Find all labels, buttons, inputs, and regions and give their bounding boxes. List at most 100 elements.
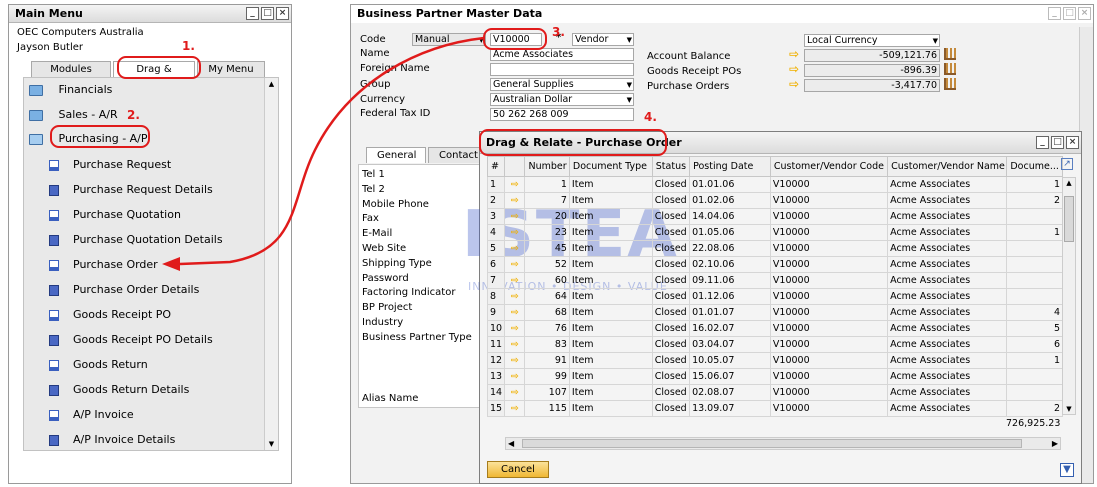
drag-relate-titlebar[interactable]: Drag & Relate - Purchase Order _ □ × — [480, 132, 1081, 154]
link-arrow-icon[interactable]: ⇨ — [504, 272, 526, 289]
table-row[interactable]: 4 ⇨ 23 Item Closed 01.05.06 V10000 Acme Associa… — [486, 224, 1063, 241]
menu-item[interactable]: Purchase Order Details — [49, 278, 287, 302]
tab-my-menu[interactable]: My Menu — [197, 61, 265, 77]
tab-contact[interactable]: Contact — [428, 147, 484, 163]
table-row[interactable]: 6 ⇨ 52 Item Closed 02.10.06 V10000 Acme Associa… — [486, 256, 1063, 273]
menu-item-label: Goods Return Details — [73, 383, 190, 396]
chart-icon[interactable] — [944, 63, 956, 75]
menu-item[interactable]: Goods Return — [49, 353, 287, 377]
chart-icon[interactable] — [944, 78, 956, 90]
grid-column-header[interactable]: Status — [651, 156, 691, 177]
grid-hscrollbar[interactable]: ◀ ▶ — [505, 437, 1061, 450]
folder-purchasing[interactable]: Purchasing - A/P — [29, 127, 267, 151]
menu-item[interactable]: Purchase Quotation Details — [49, 228, 287, 252]
menu-item[interactable]: Goods Receipt PO — [49, 303, 287, 327]
folder-financials[interactable]: Financials — [29, 78, 267, 102]
close-icon[interactable]: × — [1066, 136, 1079, 149]
maximize-icon[interactable]: □ — [1051, 136, 1064, 149]
grid-scrollbar[interactable]: ▲ ▼ — [1062, 177, 1076, 415]
filter-icon[interactable]: ▼ — [1060, 463, 1074, 477]
table-row[interactable]: 11 ⇨ 83 Item Closed 03.04.07 V10000 Acme Associ… — [486, 336, 1063, 353]
local-currency-select[interactable]: Local Currency — [804, 34, 940, 47]
grid-column-header[interactable]: Number — [524, 156, 570, 177]
main-menu-titlebar[interactable]: Main Menu _ □ × — [9, 5, 291, 23]
menu-item[interactable]: Purchase Request Details — [49, 178, 287, 202]
tab-modules[interactable]: Modules — [31, 61, 111, 77]
minimize-icon[interactable]: _ — [1048, 7, 1061, 20]
menu-item[interactable]: Goods Receipt PO Details — [49, 328, 287, 352]
maximize-icon[interactable]: □ — [1063, 7, 1076, 20]
table-row[interactable]: 7 ⇨ 60 Item Closed 09.11.06 V10000 Acme Associa… — [486, 272, 1063, 289]
tab-drag-relate[interactable]: Drag & Relate — [113, 61, 195, 90]
grid-column-header[interactable]: Document Type — [568, 156, 653, 177]
code-field[interactable]: V10000 — [490, 33, 542, 46]
tab-general[interactable]: General — [366, 147, 426, 163]
link-arrow-icon[interactable]: ⇨ — [504, 192, 526, 209]
minimize-icon[interactable]: _ — [1036, 136, 1049, 149]
table-row[interactable]: 13 ⇨ 99 Item Closed 15.06.07 V10000 Acme Associ… — [486, 368, 1063, 385]
scroll-thumb[interactable] — [1064, 196, 1074, 242]
table-row[interactable]: 9 ⇨ 68 Item Closed 01.01.07 V10000 Acme Associa… — [486, 304, 1063, 321]
menu-item[interactable]: Purchase Request — [49, 153, 287, 177]
tax-id-field[interactable]: 50 262 268 009 — [490, 108, 634, 121]
cancel-button[interactable]: Cancel — [487, 461, 549, 478]
grid-column-header[interactable]: Posting Date — [689, 156, 771, 177]
menu-item[interactable]: Goods Return Details — [49, 378, 287, 402]
menu-item[interactable]: Purchase Quotation — [49, 203, 287, 227]
link-arrow-icon[interactable]: ⇨ — [789, 78, 799, 90]
currency-select[interactable]: Australian Dollar — [490, 93, 634, 106]
scroll-right-icon[interactable]: ▶ — [1052, 438, 1058, 449]
link-arrow-icon[interactable]: ⇨ — [504, 208, 526, 225]
link-arrow-icon[interactable]: ⇨ — [504, 176, 526, 193]
bp-type-select[interactable]: Vendor — [572, 33, 634, 46]
grid-column-header[interactable]: Customer/Vendor Code — [769, 156, 889, 177]
folder-sales[interactable]: Sales - A/R — [29, 103, 267, 127]
scroll-left-icon[interactable]: ◀ — [508, 438, 514, 449]
table-row[interactable]: 14 ⇨ 107 Item Closed 02.08.07 V10000 Acme Assoc… — [486, 384, 1063, 401]
grid-column-header[interactable]: # — [486, 156, 506, 177]
name-field[interactable]: Acme Associates — [490, 48, 634, 61]
link-arrow-icon[interactable]: ⇨ — [504, 352, 526, 369]
table-row[interactable]: 8 ⇨ 64 Item Closed 01.12.06 V10000 Acme Associa… — [486, 288, 1063, 305]
link-arrow-icon[interactable]: ⇨ — [504, 224, 526, 241]
table-row[interactable]: 1 ⇨ 1 Item Closed 01.01.06 V10000 Acme Associat… — [486, 176, 1063, 193]
bp-titlebar[interactable]: Business Partner Master Data _ □ × — [351, 5, 1093, 23]
maximize-icon[interactable]: □ — [261, 7, 274, 20]
link-arrow-icon[interactable]: ⇨ — [504, 368, 526, 385]
group-select[interactable]: General Supplies — [490, 78, 634, 91]
table-row[interactable]: 10 ⇨ 76 Item Closed 16.02.07 V10000 Acme Associ… — [486, 320, 1063, 337]
menu-item[interactable]: Purchase Order — [49, 253, 287, 277]
link-arrow-icon[interactable]: ⇨ — [504, 256, 526, 273]
link-arrow-icon[interactable]: ⇨ — [789, 48, 799, 60]
minimize-icon[interactable]: _ — [246, 7, 259, 20]
close-icon[interactable]: × — [1078, 7, 1091, 20]
link-arrow-icon[interactable]: ⇨ — [504, 288, 526, 305]
link-arrow-icon[interactable]: ⇨ — [504, 336, 526, 353]
link-arrow-icon[interactable]: ⇨ — [504, 320, 526, 337]
close-icon[interactable]: × — [276, 7, 289, 20]
table-row[interactable]: 2 ⇨ 7 Item Closed 01.02.06 V10000 Acme Associat… — [486, 192, 1063, 209]
table-row[interactable]: 5 ⇨ 45 Item Closed 22.08.06 V10000 Acme Associa… — [486, 240, 1063, 257]
link-arrow-icon[interactable]: ⇨ — [504, 400, 526, 417]
menu-item[interactable]: A/P Invoice Details — [49, 428, 287, 452]
table-row[interactable]: 12 ⇨ 91 Item Closed 10.05.07 V10000 Acme Associ… — [486, 352, 1063, 369]
link-arrow-icon[interactable]: ⇨ — [789, 63, 799, 75]
menu-item[interactable]: A/P Invoice — [49, 403, 287, 427]
grid-column-header[interactable]: Docume... — [1006, 156, 1063, 177]
scroll-down-icon[interactable]: ▼ — [1063, 404, 1075, 414]
cell-doc-type: Item — [568, 176, 653, 193]
scroll-up-icon[interactable]: ▲ — [1063, 178, 1075, 188]
link-arrow-icon[interactable]: ⇨ — [504, 240, 526, 257]
grid-column-header[interactable]: Customer/Vendor Name — [887, 156, 1008, 177]
table-row[interactable]: 3 ⇨ 20 Item Closed 14.04.06 V10000 Acme Associa… — [486, 208, 1063, 225]
general-field-label: Password — [362, 272, 409, 284]
chart-icon[interactable] — [944, 48, 956, 60]
expand-icon[interactable]: ↗ — [1061, 158, 1073, 170]
hscroll-thumb[interactable] — [522, 439, 1022, 448]
grid-column-header[interactable] — [504, 156, 526, 177]
code-type-select[interactable]: Manual — [412, 33, 486, 46]
link-arrow-icon[interactable]: ⇨ — [504, 384, 526, 401]
table-row[interactable]: 15 ⇨ 115 Item Closed 13.09.07 V10000 Acme Assoc… — [486, 400, 1063, 417]
link-arrow-icon[interactable]: ⇨ — [504, 304, 526, 321]
foreign-name-field[interactable] — [490, 63, 634, 76]
